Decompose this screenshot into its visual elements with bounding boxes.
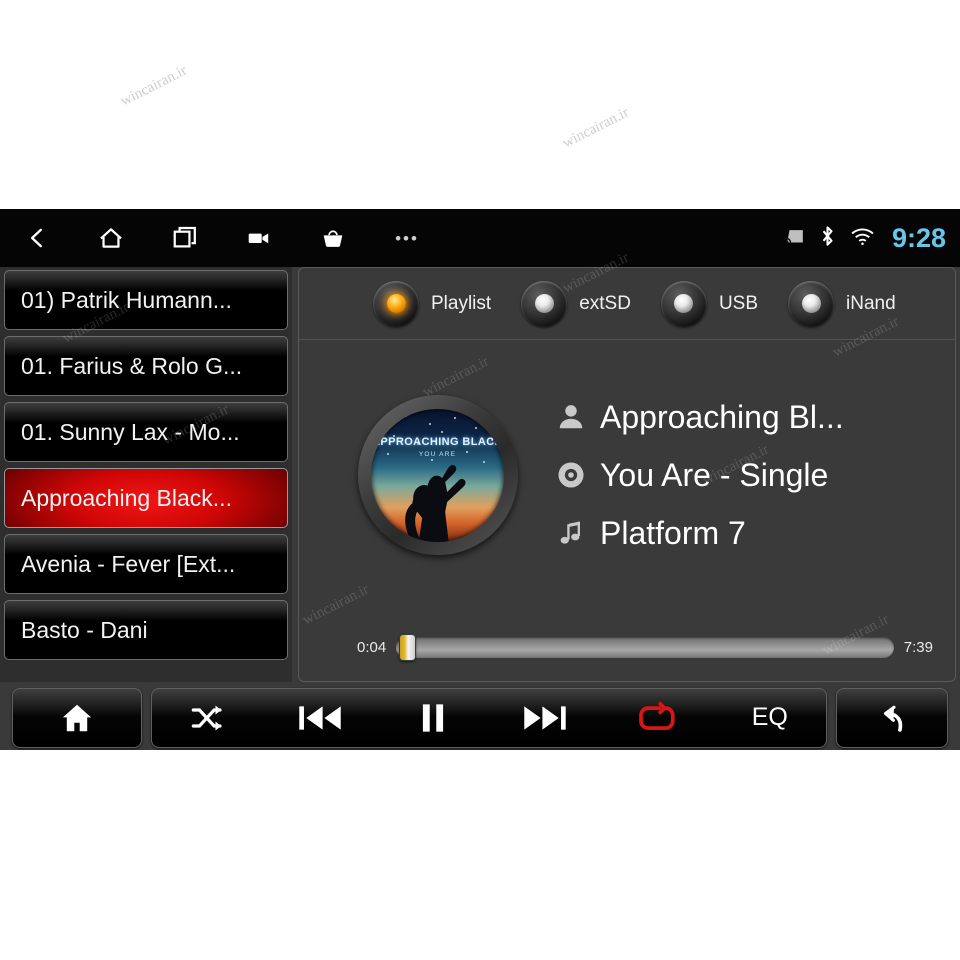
- track-metadata: Approaching Bl... You Are - Single Platf…: [530, 388, 955, 562]
- source-option-extsd[interactable]: extSD: [521, 280, 631, 327]
- status-clock: 9:28: [891, 222, 946, 253]
- artist-icon: [542, 401, 600, 433]
- source-option-playlist[interactable]: Playlist: [373, 280, 492, 327]
- list-item-selected[interactable]: Approaching Black...: [4, 468, 288, 528]
- back-button[interactable]: [836, 687, 948, 748]
- now-playing-section: APPROACHING BLACK YOU ARE Approaching Bl…: [299, 340, 955, 610]
- album-art-bezel: APPROACHING BLACK YOU ARE: [357, 395, 518, 555]
- track-title: Avenia - Fever [Ext...: [21, 550, 236, 577]
- back-nav-icon[interactable]: [0, 209, 74, 267]
- album-disc-icon: [542, 459, 600, 491]
- track-name: Platform 7: [600, 514, 746, 551]
- play-pause-button[interactable]: [385, 689, 481, 747]
- progress-thumb[interactable]: [399, 633, 417, 661]
- letterbox-bottom: [0, 750, 960, 960]
- elapsed-time: 0:04: [357, 638, 387, 656]
- seek-bar-row: 0:04 7:39: [299, 621, 955, 673]
- home-button[interactable]: [12, 687, 142, 748]
- list-item[interactable]: 01. Sunny Lax - Mo...: [4, 402, 288, 462]
- cast-icon: [785, 227, 805, 249]
- album-art-title: APPROACHING BLACK: [372, 435, 503, 448]
- led-indicator-icon: [660, 280, 707, 327]
- next-track-button[interactable]: [497, 689, 593, 747]
- wifi-icon: [850, 226, 875, 251]
- track-title: 01) Patrik Humann...: [21, 286, 232, 313]
- equalizer-label: EQ: [751, 703, 788, 731]
- previous-track-button[interactable]: [272, 689, 368, 747]
- list-item[interactable]: 01) Patrik Humann...: [4, 270, 288, 330]
- shuffle-button[interactable]: [160, 689, 256, 747]
- track-title: 01. Farius & Rolo G...: [21, 352, 243, 379]
- playlist-panel[interactable]: 01) Patrik Humann... 01. Farius & Rolo G…: [0, 267, 292, 682]
- source-label: USB: [718, 292, 759, 314]
- led-indicator-icon: [788, 280, 835, 327]
- equalizer-button[interactable]: EQ: [722, 689, 818, 747]
- device-screen: ••• 9:28 01) Patrik Humann... 01. Farius…: [0, 209, 960, 750]
- album-art-image: APPROACHING BLACK YOU ARE: [371, 408, 504, 542]
- source-option-usb[interactable]: USB: [660, 280, 759, 327]
- navigation-icons: •••: [0, 209, 444, 267]
- more-dots-label: •••: [395, 228, 419, 248]
- source-label: extSD: [579, 292, 631, 314]
- track-title: Basto - Dani: [21, 616, 148, 643]
- led-indicator-icon: [521, 280, 568, 327]
- transport-controls: EQ: [151, 687, 827, 748]
- dancer-silhouette-icon: [404, 464, 466, 542]
- source-option-inand[interactable]: iNand: [788, 280, 896, 327]
- source-selector-bar: Playlist extSD USB iNand: [299, 268, 955, 340]
- player-screen-body: 01) Patrik Humann... 01. Farius & Rolo G…: [0, 250, 960, 750]
- metadata-row-album: You Are - Single: [542, 446, 955, 504]
- status-indicators: 9:28: [785, 209, 946, 267]
- bluetooth-icon: [818, 224, 837, 253]
- recent-apps-nav-icon[interactable]: [148, 209, 222, 267]
- progress-slider[interactable]: [396, 633, 894, 661]
- video-camera-icon[interactable]: [222, 209, 296, 267]
- music-note-icon: [542, 518, 600, 548]
- letterbox-top: [0, 0, 960, 209]
- source-label: Playlist: [431, 292, 492, 314]
- list-item[interactable]: Basto - Dani: [4, 600, 288, 660]
- home-nav-icon[interactable]: [74, 209, 148, 267]
- player-panel: Playlist extSD USB iNand APPROACHING BLA…: [298, 267, 956, 682]
- metadata-row-track: Platform 7: [542, 504, 955, 562]
- repeat-button[interactable]: [609, 689, 705, 747]
- control-bar: EQ: [0, 685, 960, 750]
- more-dots-icon[interactable]: •••: [370, 209, 444, 267]
- track-title: 01. Sunny Lax - Mo...: [21, 418, 240, 445]
- album-name: You Are - Single: [600, 456, 829, 493]
- track-title: Approaching Black...: [21, 484, 232, 511]
- metadata-row-artist: Approaching Bl...: [542, 388, 955, 446]
- led-indicator-icon: [373, 280, 419, 327]
- total-time: 7:39: [903, 638, 933, 656]
- android-status-bar: ••• 9:28: [0, 209, 960, 267]
- album-art-subtitle: YOU ARE: [418, 450, 457, 458]
- basket-icon[interactable]: [296, 209, 370, 267]
- album-art-wrapper[interactable]: APPROACHING BLACK YOU ARE: [345, 395, 530, 555]
- artist-name: Approaching Bl...: [600, 398, 844, 435]
- list-item[interactable]: 01. Farius & Rolo G...: [4, 336, 288, 396]
- list-item[interactable]: Avenia - Fever [Ext...: [4, 534, 288, 594]
- source-label: iNand: [846, 292, 896, 314]
